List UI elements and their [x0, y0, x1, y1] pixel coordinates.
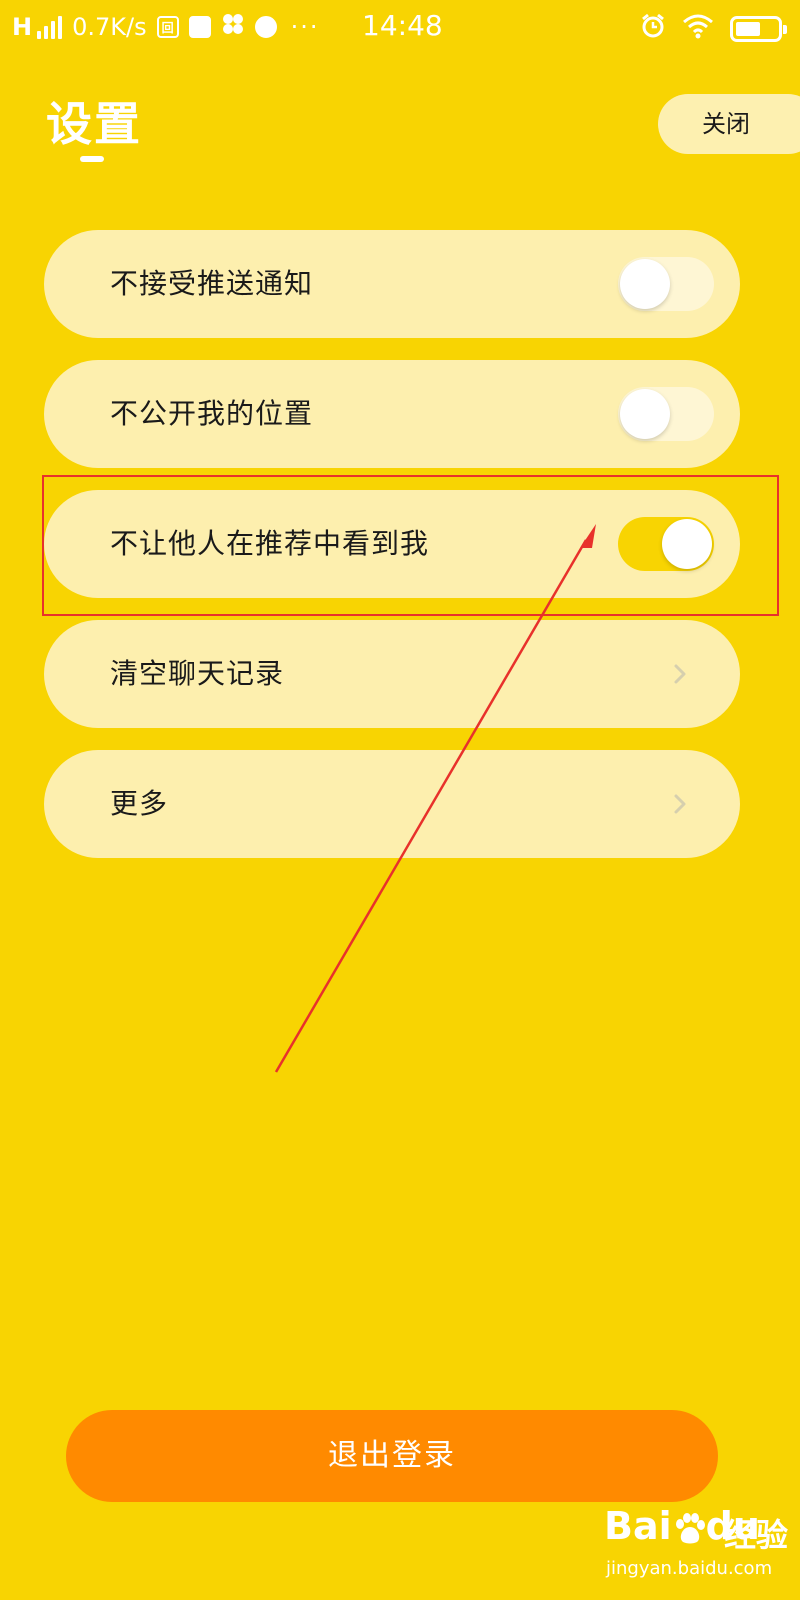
annotation-arrow: [274, 524, 596, 1073]
paw-icon: [675, 1512, 705, 1543]
watermark-url: jingyan.baidu.com: [606, 1558, 773, 1579]
baidu-jingyan-watermark: Bai du 经验 jingyan.baidu.com: [600, 1500, 800, 1600]
logout-button[interactable]: 退出登录: [66, 1410, 718, 1502]
jingyan-label: 经验: [724, 1516, 789, 1554]
